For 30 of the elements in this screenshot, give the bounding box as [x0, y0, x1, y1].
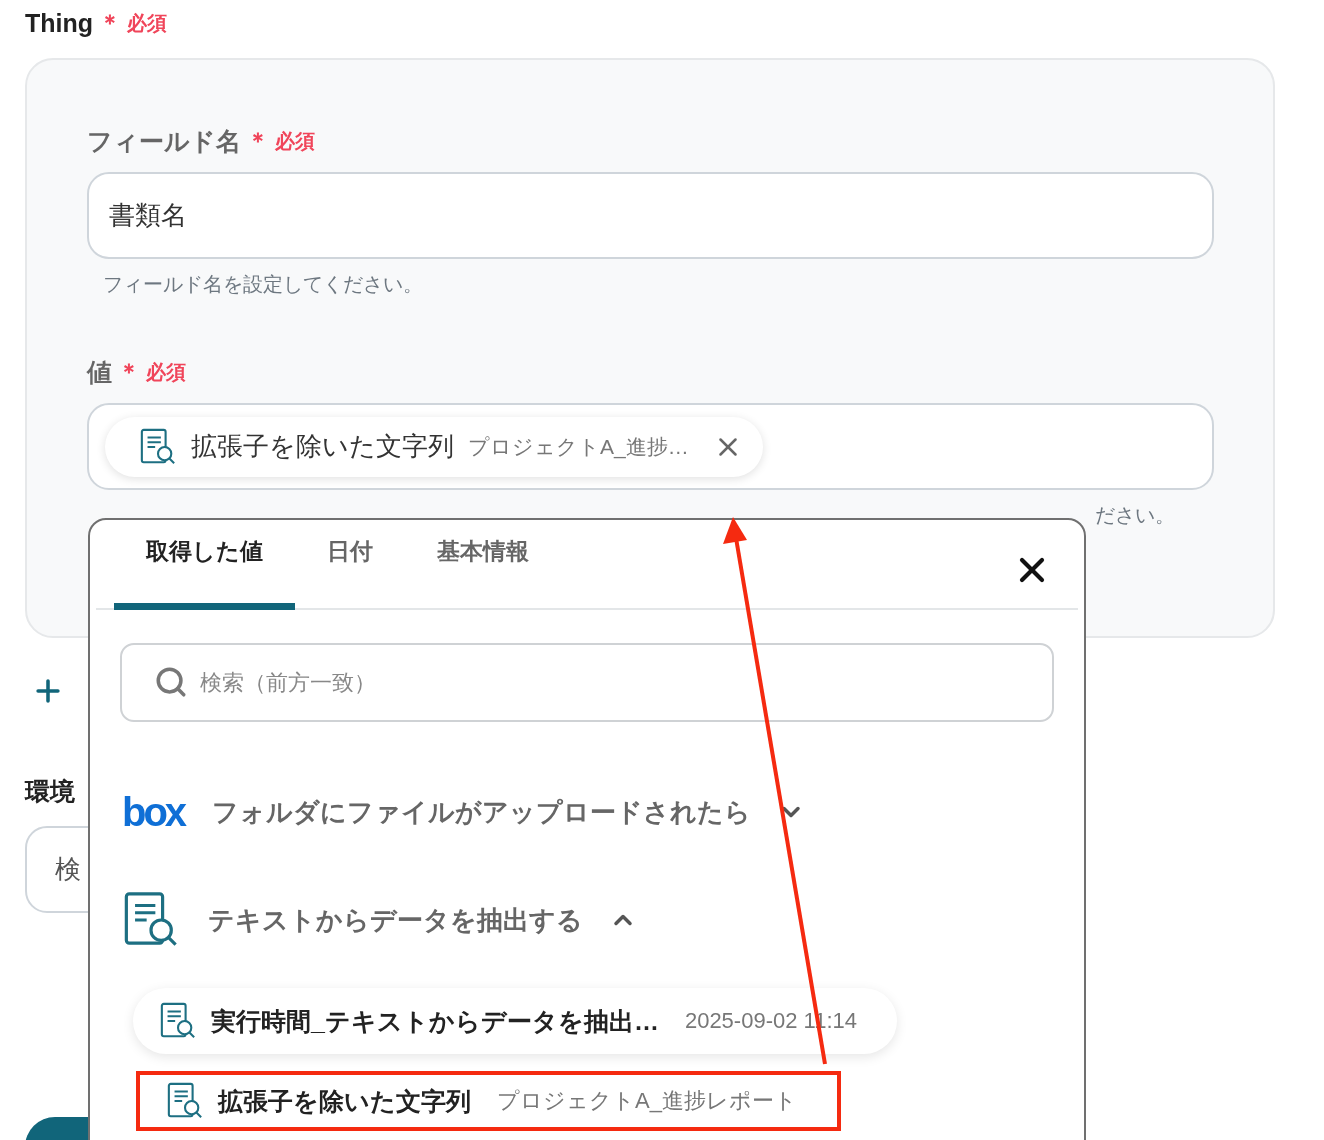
- app-logo: box: [122, 789, 185, 835]
- search-icon: [154, 665, 188, 699]
- field-hint: ださい。: [1095, 504, 1175, 526]
- tab[interactable]: 取得した値: [114, 522, 295, 610]
- chip-name: 拡張子を除いた文字列: [191, 430, 454, 463]
- required-label: 必須: [127, 10, 168, 36]
- field-label: 値: [87, 356, 112, 388]
- required-label: 必須: [275, 128, 315, 154]
- tab[interactable]: 日付: [295, 522, 405, 610]
- document-search-icon: [122, 891, 180, 949]
- text-field[interactable]: 書類名: [87, 172, 1214, 259]
- value-chip[interactable]: 拡張子を除いた文字列 プロジェクトA_進捗…: [105, 416, 763, 477]
- field-label: 環境: [25, 775, 75, 807]
- field-label: フィールド名: [87, 125, 241, 157]
- group-header[interactable]: フォルダにファイルがアップロードされたら: [212, 794, 806, 830]
- required-label: 必須: [146, 359, 186, 385]
- search-field[interactable]: 検索（前方一致）: [120, 643, 1054, 722]
- value-item[interactable]: 拡張子を除いた文字列 プロジェクトA_進捗レポート: [136, 1071, 841, 1131]
- required-asterisk: ＊: [118, 358, 140, 386]
- value-field[interactable]: 拡張子を除いた文字列 プロジェクトA_進捗…: [87, 403, 1214, 490]
- group-header[interactable]: テキストからデータを抽出する: [208, 902, 637, 938]
- document-search-icon: [139, 427, 177, 466]
- chip-value: プロジェクトA_進捗…: [468, 433, 689, 461]
- field-label: Thing: [25, 8, 94, 38]
- required-asterisk: ＊: [99, 9, 122, 37]
- required-asterisk: ＊: [247, 127, 269, 155]
- document-search-icon: [159, 1002, 197, 1040]
- tab[interactable]: 基本情報: [405, 522, 561, 610]
- field-hint: フィールド名を設定してください。: [102, 272, 424, 297]
- document-search-icon: [166, 1082, 204, 1120]
